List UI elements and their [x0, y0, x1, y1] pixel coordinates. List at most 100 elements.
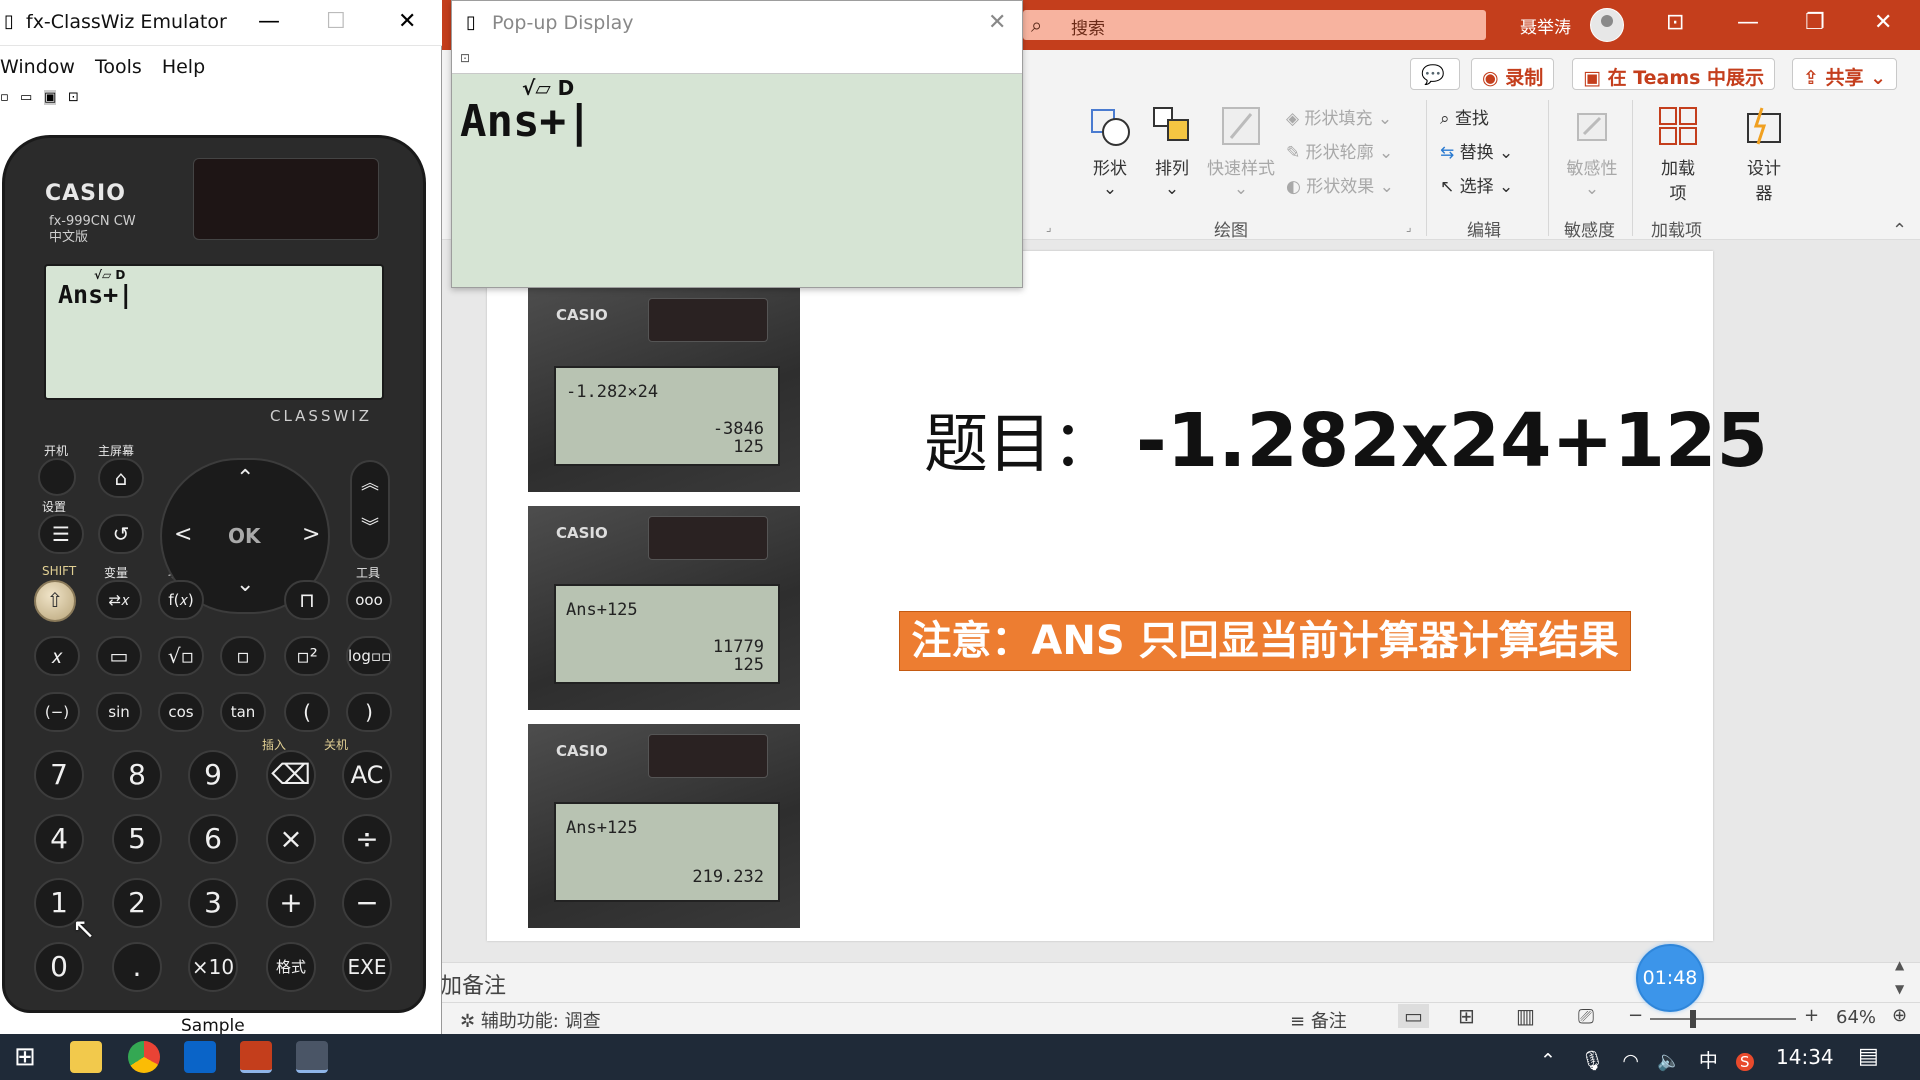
open-paren-key[interactable]: ( — [284, 692, 330, 732]
ac-key[interactable]: AC — [342, 750, 392, 800]
shape-fill-button[interactable]: ◈ 形状填充 ⌄ — [1286, 104, 1392, 129]
format-key[interactable]: 格式 — [266, 942, 316, 992]
log-key[interactable]: log▫▫ — [346, 636, 392, 676]
select-button[interactable]: ↖ 选择 ⌄ — [1440, 172, 1513, 197]
sogou-icon[interactable]: S — [1736, 1053, 1754, 1071]
user-avatar[interactable] — [1590, 8, 1624, 42]
ok-key[interactable]: OK — [228, 524, 261, 548]
dpad-down[interactable]: ⌄ — [236, 572, 254, 597]
minimize-button[interactable]: — — [258, 9, 280, 34]
tray-chevron-icon[interactable]: ⌃ — [1540, 1050, 1556, 1072]
cos-key[interactable]: cos — [158, 692, 204, 732]
shape-effect-button[interactable]: ◐ 形状效果 ⌄ — [1286, 172, 1394, 197]
share-button[interactable]: ⇪ 共享 ⌄ — [1792, 58, 1898, 90]
designer-button[interactable]: 设计器 — [1740, 104, 1788, 204]
home-key[interactable]: ⌂ — [98, 458, 144, 498]
microphone-icon[interactable]: 🎙 — [1580, 1050, 1604, 1072]
exe-key[interactable]: EXE — [342, 942, 392, 992]
notes-placeholder[interactable]: 加备注 — [440, 962, 506, 1006]
recording-timer[interactable]: 01:48 — [1636, 944, 1704, 1012]
accessibility-status[interactable]: ✲ 辅助功能: 调查 — [460, 1007, 601, 1033]
menu-window[interactable]: Window — [0, 56, 75, 78]
decimal-key[interactable]: . — [112, 942, 162, 992]
replace-button[interactable]: ⇆ 替换 ⌄ — [1440, 138, 1513, 163]
fit-slide-icon[interactable]: ⊕ — [1892, 1005, 1907, 1026]
display-icon[interactable]: ▣ — [44, 90, 57, 105]
ribbon-display-icon[interactable]: ⊡ — [1666, 10, 1684, 35]
dpad-right[interactable]: > — [302, 522, 320, 547]
find-button[interactable]: ⌕ 查找 — [1440, 104, 1489, 129]
negative-key[interactable]: (−) — [34, 692, 80, 732]
backspace-key[interactable]: ⌫ — [266, 750, 316, 800]
record-button[interactable]: ◉ 录制 — [1471, 58, 1555, 90]
tan-key[interactable]: tan — [220, 692, 266, 732]
scroll-down-icon[interactable]: ▼ — [1895, 982, 1904, 996]
variable-key[interactable]: ⇄𝑥 — [96, 580, 142, 620]
slide-title[interactable]: 题目： -1.282x24+125 — [924, 393, 1768, 485]
user-name[interactable]: 聂举涛 — [1520, 13, 1571, 38]
toolbar-icon[interactable]: ▫ — [0, 90, 9, 105]
dialog-launcher-icon[interactable]: ⌟ — [1046, 220, 1052, 234]
notification-icon[interactable]: ▤ — [1858, 1044, 1879, 1069]
zoom-level[interactable]: 64% — [1836, 1007, 1876, 1028]
ime-indicator[interactable]: 中 — [1699, 1050, 1718, 1072]
settings-key[interactable]: ☰ — [38, 514, 84, 554]
scroll-up-icon[interactable]: ▲ — [1895, 958, 1904, 972]
close-button[interactable]: ✕ — [988, 10, 1006, 35]
windows-start-icon[interactable]: ⊞ — [14, 1042, 36, 1072]
zoom-in-button[interactable]: + — [1804, 1005, 1819, 1026]
quick-style-button[interactable]: 快速样式 ⌄ — [1204, 104, 1278, 199]
dpad-left[interactable]: < — [174, 522, 192, 547]
function-key[interactable]: f(𝑥) — [158, 580, 204, 620]
search-box[interactable]: ⌕ 搜索 — [1023, 10, 1486, 40]
multiply-key[interactable]: × — [266, 814, 316, 864]
chrome-icon[interactable] — [128, 1041, 160, 1073]
close-button[interactable]: ✕ — [1874, 10, 1892, 35]
camera-icon[interactable]: ⊡ — [460, 51, 470, 65]
volume-icon[interactable]: 🔈 — [1657, 1050, 1681, 1072]
menu-tools[interactable]: Tools — [95, 56, 142, 78]
file-explorer-icon[interactable] — [70, 1041, 102, 1073]
present-in-teams-button[interactable]: ▣ 在 Teams 中展示 — [1572, 58, 1776, 90]
scroll-keys[interactable]: ︽ ︾ — [350, 460, 390, 560]
window-icon[interactable]: ▭ — [20, 90, 32, 105]
catalog-key[interactable]: ⊓ — [284, 580, 330, 620]
comments-button[interactable]: 💬 — [1410, 58, 1460, 90]
camera-icon[interactable]: ⊡ — [68, 90, 79, 105]
taskbar-clock[interactable]: 14:34 — [1776, 1045, 1834, 1069]
key-3[interactable]: 3 — [188, 878, 238, 928]
emulator-taskbar-icon[interactable] — [296, 1041, 328, 1073]
shape-button[interactable]: 形状 ⌄ — [1084, 104, 1136, 199]
key-9[interactable]: 9 — [188, 750, 238, 800]
shape-outline-button[interactable]: ✎ 形状轮廓 ⌄ — [1286, 138, 1393, 163]
menu-help[interactable]: Help — [162, 56, 205, 78]
slideshow-icon[interactable]: ⎚ — [1578, 1004, 1594, 1028]
powerpoint-taskbar-icon[interactable] — [240, 1041, 272, 1073]
key-5[interactable]: 5 — [112, 814, 162, 864]
wifi-icon[interactable]: ◠ — [1622, 1050, 1639, 1072]
sensitivity-button[interactable]: 敏感性 ⌄ — [1566, 104, 1618, 199]
addins-button[interactable]: 加载项 — [1654, 104, 1702, 204]
on-key[interactable] — [38, 458, 76, 496]
arrange-button[interactable]: 排列 ⌄ — [1148, 104, 1196, 199]
key-8[interactable]: 8 — [112, 750, 162, 800]
exp10-key[interactable]: ×10 — [188, 942, 238, 992]
zoom-slider-thumb[interactable] — [1690, 1010, 1696, 1028]
shift-key[interactable]: ⇧ — [34, 580, 76, 622]
minimize-button[interactable]: — — [1737, 10, 1759, 35]
key-2[interactable]: 2 — [112, 878, 162, 928]
sqrt-key[interactable]: √▫ — [158, 636, 204, 676]
close-paren-key[interactable]: ) — [346, 692, 392, 732]
close-button[interactable]: ✕ — [398, 9, 416, 34]
slide-sorter-icon[interactable]: ⊞ — [1458, 1004, 1475, 1028]
zoom-out-button[interactable]: − — [1628, 1005, 1643, 1026]
fraction-key[interactable]: ▭ — [96, 636, 142, 676]
sin-key[interactable]: sin — [96, 692, 142, 732]
plus-key[interactable]: + — [266, 878, 316, 928]
back-key[interactable]: ↺ — [98, 514, 144, 554]
power-key[interactable]: ▫ — [220, 636, 266, 676]
divide-key[interactable]: ÷ — [342, 814, 392, 864]
reading-view-icon[interactable]: ▥ — [1516, 1004, 1535, 1028]
maximize-button[interactable]: ☐ — [326, 9, 346, 34]
zoom-slider[interactable] — [1650, 1018, 1796, 1020]
